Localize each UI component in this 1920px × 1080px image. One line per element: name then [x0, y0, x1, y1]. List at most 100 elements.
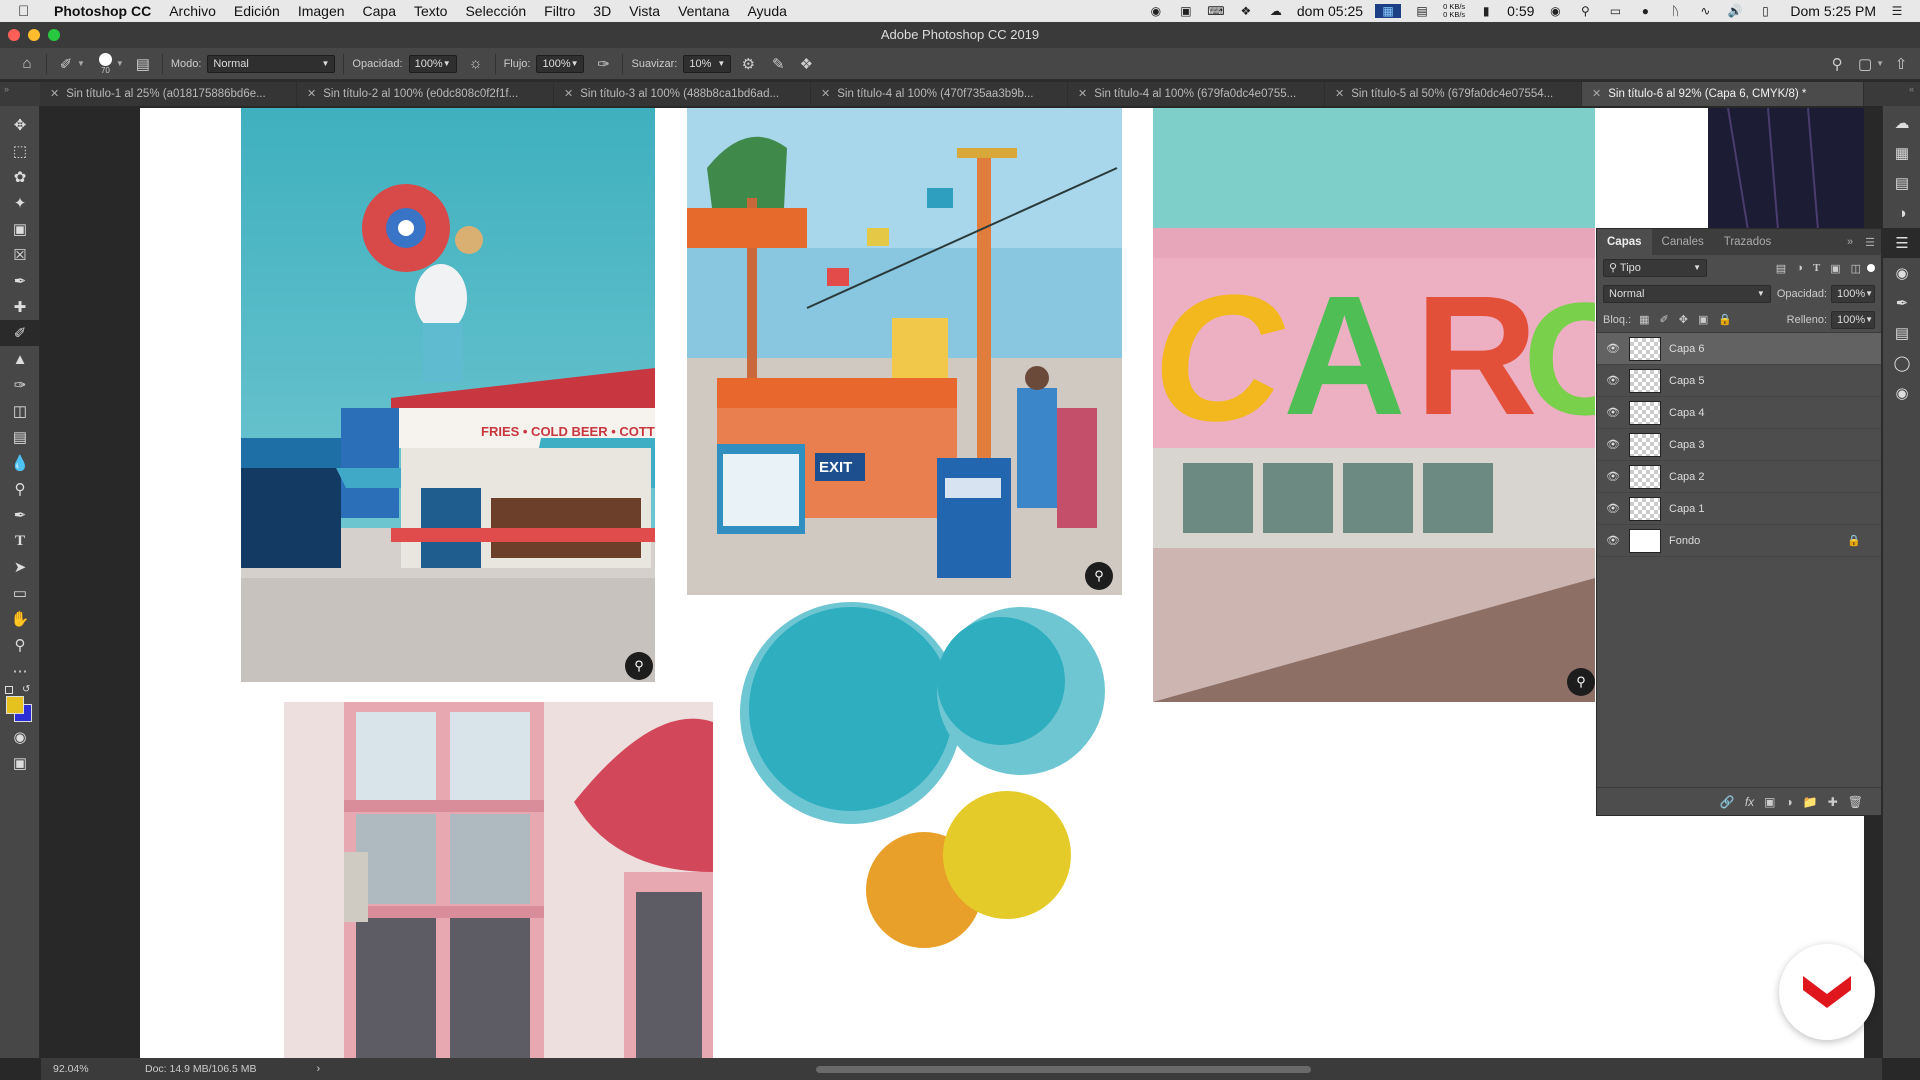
- eye-menu-icon[interactable]: ◉: [1546, 4, 1564, 18]
- layer-row[interactable]: 👁 Fondo 🔒: [1597, 525, 1881, 557]
- history-icon[interactable]: ▤: [1883, 318, 1920, 348]
- close-window-button[interactable]: [8, 29, 20, 41]
- filter-adjustment-icon[interactable]: ◑: [1796, 262, 1803, 275]
- filter-smart-object-icon[interactable]: ◫: [1851, 262, 1861, 275]
- history-brush-tool-icon[interactable]: ✑: [0, 372, 40, 398]
- lock-position-icon[interactable]: ✥: [1679, 313, 1688, 326]
- layers-icon[interactable]: ☰: [1883, 228, 1920, 258]
- cpu-meter-icon[interactable]: ▦: [1375, 4, 1402, 18]
- visibility-eye-icon[interactable]: 👁: [1597, 374, 1629, 387]
- screen-mode-icon[interactable]: ▣: [0, 750, 40, 776]
- new-layer-icon[interactable]: ✚: [1828, 795, 1838, 809]
- close-icon[interactable]: ✕: [1335, 88, 1344, 100]
- close-icon[interactable]: ✕: [821, 88, 830, 100]
- blend-mode-select[interactable]: Normal ▼: [1603, 285, 1771, 303]
- horizontal-scrollbar[interactable]: [816, 1066, 1311, 1073]
- airplay-icon[interactable]: ▭: [1606, 4, 1624, 18]
- tab-paths[interactable]: Trazados: [1714, 229, 1782, 255]
- layer-row[interactable]: 👁 Capa 1: [1597, 493, 1881, 525]
- minimize-window-button[interactable]: [28, 29, 40, 41]
- memory-meter-icon[interactable]: ▤: [1413, 4, 1431, 18]
- pressure-opacity-icon[interactable]: ☼: [465, 53, 487, 75]
- frame-tool-icon[interactable]: ☒: [0, 242, 40, 268]
- menu-ayuda[interactable]: Ayuda: [747, 3, 786, 19]
- more-tools-icon[interactable]: ⋯: [0, 658, 40, 684]
- layer-row[interactable]: 👁 Capa 5: [1597, 365, 1881, 397]
- pen-tool-icon[interactable]: ✒: [0, 502, 40, 528]
- lasso-tool-icon[interactable]: ✿: [0, 164, 40, 190]
- photo-dark-strip[interactable]: [1708, 108, 1864, 230]
- visual-search-icon[interactable]: ⚲: [625, 652, 653, 680]
- brush-tool-preset-icon[interactable]: ✐: [55, 53, 77, 75]
- menu-imagen[interactable]: Imagen: [298, 3, 345, 19]
- photo-boardwalk[interactable]: EXIT ⚲: [687, 108, 1122, 595]
- visibility-eye-icon[interactable]: 👁: [1597, 470, 1629, 483]
- magic-wand-tool-icon[interactable]: ✦: [0, 190, 40, 216]
- foreground-color-swatch[interactable]: [6, 696, 24, 714]
- teal-circle-large[interactable]: [749, 607, 953, 811]
- lock-image-icon[interactable]: ✐: [1660, 313, 1669, 326]
- brush-settings-panel-icon[interactable]: ▤: [132, 53, 154, 75]
- battery-small-icon[interactable]: ▮: [1477, 4, 1495, 18]
- brush-size-picker[interactable]: 70: [98, 52, 112, 75]
- healing-brush-tool-icon[interactable]: ✚: [0, 294, 40, 320]
- notification-center-icon[interactable]: ☰: [1888, 4, 1906, 18]
- lock-all-icon[interactable]: 🔒: [1718, 313, 1732, 326]
- menu-texto[interactable]: Texto: [414, 3, 447, 19]
- path-selection-tool-icon[interactable]: ➤: [0, 554, 40, 580]
- visibility-eye-icon[interactable]: 👁: [1597, 502, 1629, 515]
- chevron-right-icon[interactable]: ›: [316, 1063, 320, 1075]
- lock-icon[interactable]: 🔒: [1847, 534, 1861, 547]
- yellow-circle[interactable]: [943, 791, 1071, 919]
- menu-seleccion[interactable]: Selección: [465, 3, 526, 19]
- default-colors-icon[interactable]: [5, 686, 13, 694]
- opacity-input[interactable]: 100% ▼: [408, 54, 457, 73]
- layer-style-icon[interactable]: fx: [1745, 795, 1754, 809]
- paths-icon[interactable]: ✒: [1883, 288, 1920, 318]
- new-group-icon[interactable]: 📁: [1803, 795, 1818, 809]
- panel-menu-icon[interactable]: ☰: [1865, 236, 1875, 249]
- fill-input[interactable]: 100% ▼: [1831, 310, 1875, 329]
- bluetooth-icon[interactable]: ᚢ: [1666, 4, 1684, 18]
- type-tool-icon[interactable]: T: [0, 528, 40, 554]
- tab-doc-2[interactable]: ✕ Sin título-2 al 100% (e0dc808c0f2f1f...: [297, 82, 554, 106]
- siri-icon[interactable]: ●: [1636, 4, 1654, 18]
- brush-tool-icon[interactable]: ✐: [0, 320, 40, 346]
- dock-collapse[interactable]: «: [1880, 82, 1920, 106]
- learn-icon[interactable]: ◯: [1883, 348, 1920, 378]
- marquee-tool-icon[interactable]: ⬚: [0, 138, 40, 164]
- filter-toggle-icon[interactable]: [1867, 264, 1875, 272]
- quick-mask-icon[interactable]: ◉: [0, 724, 40, 750]
- visibility-eye-icon[interactable]: 👁: [1597, 342, 1629, 355]
- visibility-eye-icon[interactable]: 👁: [1597, 534, 1629, 547]
- menu-vista[interactable]: Vista: [629, 3, 660, 19]
- visibility-eye-icon[interactable]: 👁: [1597, 438, 1629, 451]
- tab-doc-4[interactable]: ✕ Sin título-4 al 100% (470f735aa3b9b...: [811, 82, 1068, 106]
- spotlight-icon[interactable]: ⚲: [1576, 4, 1594, 18]
- hand-tool-icon[interactable]: ✋: [0, 606, 40, 632]
- chevron-down-icon[interactable]: ▼: [77, 59, 85, 68]
- tab-doc-6[interactable]: ✕ Sin título-5 al 50% (679fa0dc4e07554...: [1325, 82, 1582, 106]
- creative-cloud-icon[interactable]: ☁: [1267, 4, 1285, 18]
- flow-input[interactable]: 100% ▼: [536, 54, 585, 73]
- gradient-tool-icon[interactable]: ▤: [0, 424, 40, 450]
- photo-carousel[interactable]: C A R O ⚲: [1153, 108, 1595, 702]
- delete-layer-icon[interactable]: 🗑: [1848, 795, 1863, 809]
- clone-stamp-tool-icon[interactable]: ▲: [0, 346, 40, 372]
- close-icon[interactable]: ✕: [50, 88, 59, 100]
- battery-icon[interactable]: ▯: [1756, 4, 1774, 18]
- mode-select[interactable]: Normal ▼: [207, 54, 336, 73]
- menu-ventana[interactable]: Ventana: [678, 3, 729, 19]
- zoom-level[interactable]: 92.04%: [53, 1063, 133, 1075]
- close-icon[interactable]: ✕: [1078, 88, 1087, 100]
- keyboard-icon[interactable]: ⌨: [1207, 4, 1225, 18]
- layer-row[interactable]: 👁 Capa 6: [1597, 333, 1881, 365]
- add-mask-icon[interactable]: ▣: [1764, 795, 1775, 809]
- adjustments-icon[interactable]: ◑: [1883, 198, 1920, 228]
- filter-pixel-icon[interactable]: ▤: [1776, 262, 1786, 275]
- menu-3d[interactable]: 3D: [593, 3, 611, 19]
- adjustment-layer-icon[interactable]: ◑: [1786, 795, 1793, 809]
- layer-row[interactable]: 👁 Capa 4: [1597, 397, 1881, 429]
- share-icon[interactable]: ⇧: [1890, 53, 1912, 75]
- visibility-eye-icon[interactable]: 👁: [1597, 406, 1629, 419]
